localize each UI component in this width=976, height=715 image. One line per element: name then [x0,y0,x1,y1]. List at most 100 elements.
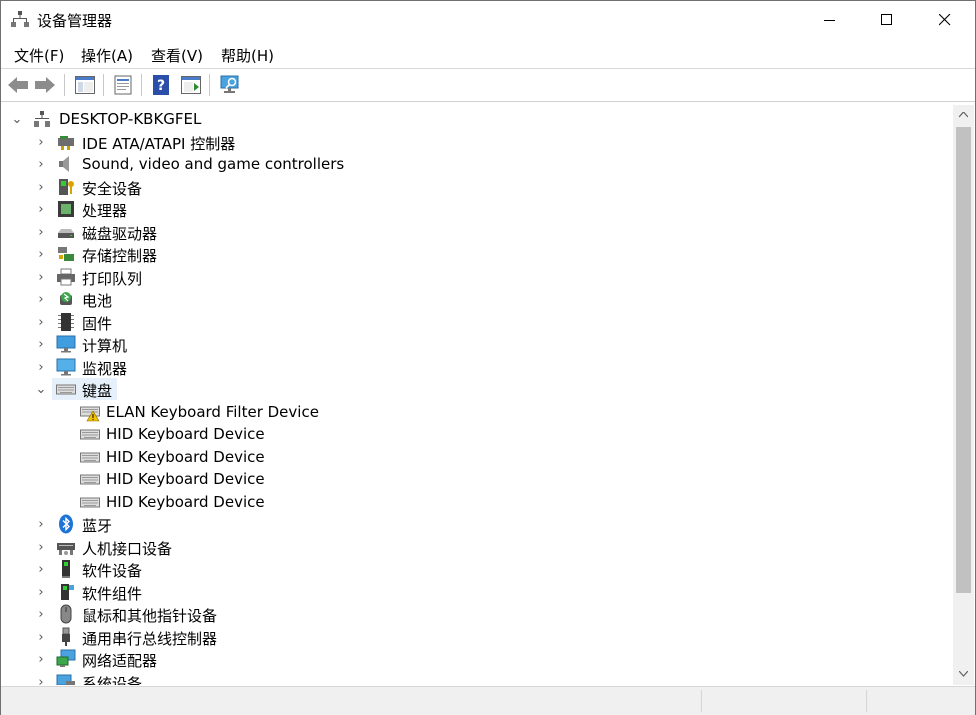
scroll-down-icon[interactable] [959,671,968,677]
expand-chevron-icon[interactable]: › [34,626,48,648]
menu-help[interactable]: 帮助(H) [221,45,274,66]
tree-category[interactable]: › 计算机 [4,333,952,355]
tree-category[interactable]: › 监视器 [4,356,952,378]
scrollbar-thumb[interactable] [956,127,971,593]
maximize-icon [881,14,892,25]
maximize-button[interactable] [858,1,916,39]
menu-action[interactable]: 操作(A) [81,45,133,66]
back-button[interactable] [6,73,30,97]
category-label: 处理器 [82,202,128,220]
scan-hardware-button[interactable] [218,73,242,97]
toolbar-separator [64,74,65,96]
expand-chevron-icon[interactable]: › [34,198,48,220]
battery-icon [60,292,72,305]
tree-category[interactable]: › 蓝牙 [4,513,952,535]
tree-category[interactable]: › 系统设备 [4,671,952,685]
keyboard-icon [80,497,100,508]
scan-hardware-icon [220,75,239,93]
expand-chevron-icon[interactable]: › [34,221,48,243]
show-action-pane-button[interactable] [179,73,203,97]
tree-category[interactable]: › 人机接口设备 [4,536,952,559]
category-label: 键盘 [82,382,113,400]
svg-text:?: ? [157,78,165,94]
tree-category[interactable]: › 存储控制器 [4,243,952,266]
expand-chevron-icon[interactable]: › [34,356,48,378]
device-manager-icon [11,11,29,27]
show-action-pane-icon [181,76,201,94]
tree-category-keyboard[interactable]: ⌄ 键盘 [4,378,952,400]
security-device-icon [59,179,74,195]
expand-chevron-icon[interactable]: › [34,311,48,333]
status-bar [1,686,975,715]
expand-chevron-icon[interactable]: › [34,536,48,558]
category-label: 蓝牙 [82,517,113,535]
minimize-button[interactable] [801,1,859,39]
device-label: HID Keyboard Device [106,470,265,488]
expand-chevron-icon[interactable]: › [34,153,48,175]
tree-category[interactable]: › 打印队列 [4,266,952,288]
close-button[interactable] [916,1,974,39]
expand-chevron-icon[interactable]: › [34,558,48,580]
tree-category[interactable]: › 处理器 [4,198,952,220]
tree-category[interactable]: › IDE ATA/ATAPI 控制器 [4,131,952,154]
tree-category[interactable]: › 鼠标和其他指针设备 [4,603,952,625]
tree-category[interactable]: › 软件设备 [4,558,952,580]
help-button[interactable]: ? [149,73,173,97]
storage-controller-icon [58,247,74,261]
tree-category[interactable]: › 网络适配器 [4,648,952,670]
forward-button[interactable] [33,73,57,97]
root-label: DESKTOP-KBKGFEL [59,110,202,128]
expand-chevron-icon[interactable]: › [34,581,48,603]
expand-chevron-icon[interactable]: › [34,266,48,288]
tree-category[interactable]: › 安全设备 [4,176,952,198]
tree-category[interactable]: › 通用串行总线控制器 [4,626,952,648]
tree-category[interactable]: › 固件 [4,311,952,333]
software-device-icon [62,560,70,578]
minimize-icon [824,20,835,21]
tree-device[interactable]: HID Keyboard Device [4,446,952,468]
expand-chevron-icon[interactable]: › [34,671,48,686]
title-bar[interactable]: 设备管理器 [1,1,975,39]
keyboard-icon [80,429,100,440]
category-label: 存储控制器 [82,247,158,265]
expand-chevron-icon[interactable]: › [34,333,48,355]
expand-chevron-icon[interactable]: › [34,288,48,310]
toolbar: ? [1,68,975,102]
tree-device[interactable]: ELAN Keyboard Filter Device [4,401,952,423]
properties-icon [114,75,132,95]
tree-device[interactable]: HID Keyboard Device [4,423,952,445]
mouse-icon [60,604,72,624]
device-label: HID Keyboard Device [106,493,265,511]
properties-button[interactable] [111,73,135,97]
expand-chevron-icon[interactable]: › [34,131,48,153]
computer-icon [56,335,76,353]
network-adapter-icon [56,649,76,667]
expand-chevron-icon[interactable]: › [34,243,48,265]
show-hide-console-tree-icon [75,76,95,94]
menu-view[interactable]: 查看(V) [151,45,203,66]
tree-device[interactable]: HID Keyboard Device [4,491,952,513]
device-tree[interactable]: ⌄ DESKTOP-KBKGFEL › IDE ATA/ATAPI 控制器 › … [4,105,952,685]
tree-category[interactable]: › 软件组件 [4,581,952,603]
expand-chevron-icon[interactable]: › [34,513,48,535]
menu-file[interactable]: 文件(F) [14,45,64,66]
tree-category[interactable]: › 电池 [4,288,952,311]
tree-category[interactable]: › Sound, video and game controllers [4,153,952,175]
expand-chevron-icon[interactable]: › [34,603,48,625]
collapse-chevron-icon[interactable]: ⌄ [34,378,48,400]
close-icon [939,14,951,26]
scroll-up-icon[interactable] [959,112,968,118]
expand-chevron-icon[interactable]: › [34,648,48,670]
computer-root-icon [34,111,50,127]
tree-device[interactable]: HID Keyboard Device [4,468,952,490]
show-hide-console-tree-button[interactable] [73,73,97,97]
status-cell [701,690,866,712]
vertical-scrollbar[interactable] [953,105,974,685]
bluetooth-icon [59,514,73,534]
category-label: 鼠标和其他指针设备 [82,607,218,625]
expand-chevron-icon[interactable]: › [34,176,48,198]
tree-root[interactable]: ⌄ DESKTOP-KBKGFEL [4,108,952,130]
tree-category[interactable]: › 磁盘驱动器 [4,221,952,244]
collapse-chevron-icon[interactable]: ⌄ [10,108,24,130]
ide-controller-icon [58,136,74,150]
